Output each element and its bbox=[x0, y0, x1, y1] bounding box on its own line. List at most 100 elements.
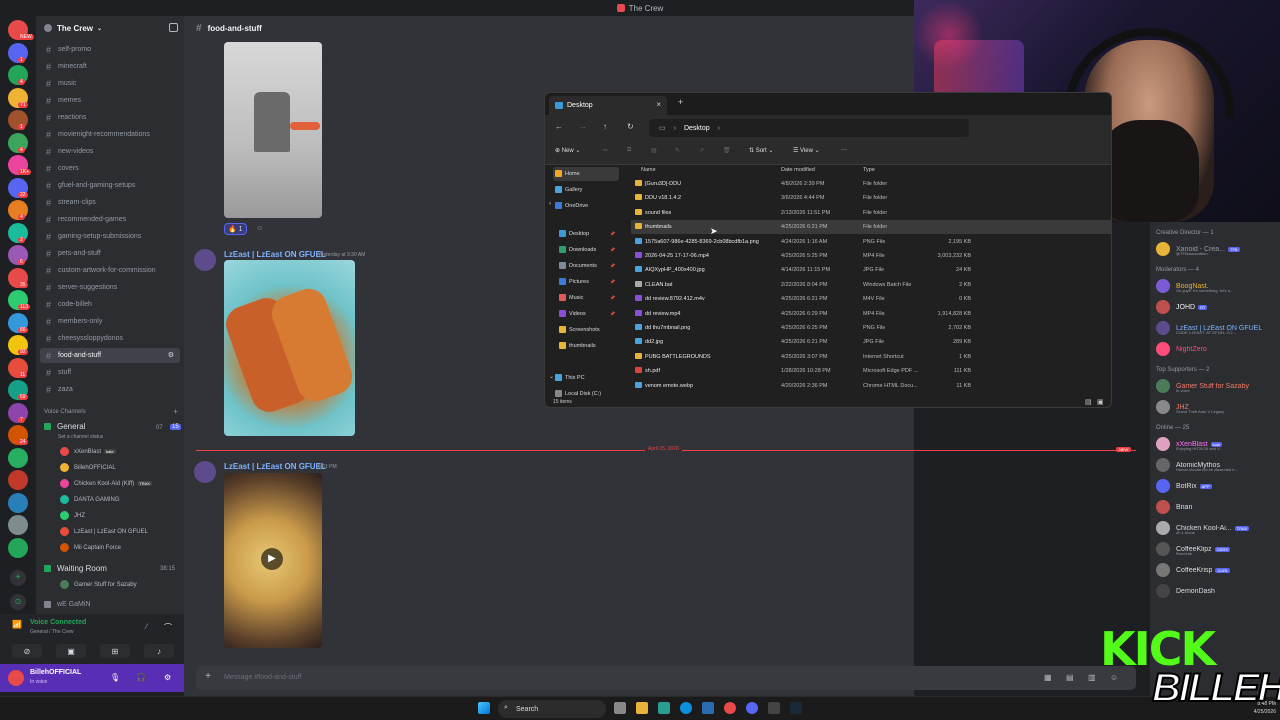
gift-icon[interactable]: ▦ bbox=[1044, 673, 1054, 683]
settings-gear-icon[interactable]: ⚙ bbox=[164, 673, 174, 683]
chat-image-pizza[interactable] bbox=[224, 260, 355, 436]
file-explorer-icon[interactable] bbox=[636, 702, 648, 714]
channel-item-music[interactable]: # music bbox=[40, 76, 180, 91]
file-row[interactable]: venom emote.webp 4/20/2026 2:36 PM Chrome … bbox=[631, 379, 1111, 393]
gif-icon[interactable]: ▤ bbox=[1066, 673, 1076, 683]
file-row[interactable]: sound files 2/13/2026 11:51 PM File folder bbox=[631, 206, 1111, 220]
nav-item-this-pc[interactable]: This PC bbox=[553, 371, 619, 385]
column-name[interactable]: Name bbox=[641, 167, 656, 173]
channel-item-recommended-games[interactable]: # recommended-games bbox=[40, 212, 180, 227]
channel-item-movienight-recommendations[interactable]: # movienight-recommendations bbox=[40, 127, 180, 142]
pin-icon[interactable]: 📌 bbox=[610, 295, 615, 300]
chrome-browser-icon[interactable] bbox=[724, 702, 736, 714]
new-tab-icon[interactable]: + bbox=[678, 97, 683, 107]
file-row[interactable]: dd thu7mbnail.png 4/25/2026 6:25 PM PNG Fi… bbox=[631, 321, 1111, 335]
nav-item-downloads[interactable]: Downloads 📌 bbox=[557, 243, 619, 257]
voice-channel-waiting-room[interactable]: Waiting Room bbox=[44, 564, 107, 573]
paste-icon[interactable]: ▤ bbox=[651, 147, 657, 154]
member-item[interactable]: Brian bbox=[1156, 498, 1280, 516]
screen-share-button[interactable]: ▣ bbox=[56, 644, 86, 658]
cut-icon[interactable]: ✂ bbox=[603, 147, 608, 154]
nav-item-home[interactable]: Home bbox=[553, 167, 619, 181]
tiles-view-icon[interactable]: ▣ bbox=[1097, 398, 1104, 406]
add-reaction-icon[interactable]: ☺ bbox=[256, 225, 263, 232]
view-button[interactable]: ☰ View ⌄ bbox=[793, 147, 820, 154]
voice-user[interactable]: Mii Captain Force bbox=[60, 543, 121, 552]
pin-icon[interactable]: 📌 bbox=[610, 247, 615, 252]
channel-item-server-suggestions[interactable]: # server-suggestions bbox=[40, 280, 180, 295]
file-row[interactable]: dd2.jpg 4/25/2026 6:21 PM JPG File 289 KB bbox=[631, 335, 1111, 349]
member-item[interactable]: Chicken Kool-Ai... TRAX 4h 1 Alone bbox=[1156, 519, 1280, 537]
nav-item-videos[interactable]: Videos 📌 bbox=[557, 307, 619, 321]
member-item[interactable]: JHZ Grand Theft Auto V Legacy bbox=[1156, 398, 1280, 416]
channel-item-code-billeh[interactable]: # code-billeh bbox=[40, 297, 180, 312]
xbox-app-icon[interactable] bbox=[768, 702, 780, 714]
voice-user[interactable]: LzEast | LzEast ON GFUEL bbox=[60, 527, 148, 536]
discord-app-icon[interactable] bbox=[746, 702, 758, 714]
address-input[interactable]: ▭ › Desktop › bbox=[649, 119, 969, 137]
file-row[interactable]: CLEAN.bat 2/22/2026 8:04 PM Windows Batch … bbox=[631, 278, 1111, 292]
channel-item-stuff[interactable]: # stuff bbox=[40, 365, 180, 380]
member-item[interactable]: Gamer Stuff for Sazaby In voice bbox=[1156, 377, 1280, 395]
channel-item-reactions[interactable]: # reactions bbox=[40, 110, 180, 125]
guild-header[interactable]: The Crew ⌄ bbox=[36, 16, 184, 40]
pin-icon[interactable]: 📌 bbox=[610, 279, 615, 284]
play-icon[interactable]: ▶ bbox=[261, 548, 283, 570]
column-type[interactable]: Type bbox=[863, 167, 875, 173]
server-icon[interactable] bbox=[8, 492, 28, 513]
nav-item-documents[interactable]: Documents 📌 bbox=[557, 259, 619, 273]
file-row[interactable]: AIQXypHP_400x400.jpg 4/14/2026 11:15 PM JP… bbox=[631, 263, 1111, 277]
channel-item-stream-clips[interactable]: # stream-clips bbox=[40, 195, 180, 210]
voice-channel-status[interactable]: Set a channel status bbox=[58, 434, 103, 440]
channel-item-custom-artwork-for-commission[interactable]: # custom-artwork-for-commission bbox=[40, 263, 180, 278]
voice-category-label[interactable]: Voice Channels bbox=[44, 409, 86, 415]
taskbar-search[interactable]: ⌕ Search bbox=[498, 700, 606, 718]
member-item[interactable]: CoffeeKlipz OSRS RuneLite bbox=[1156, 540, 1280, 558]
edge-browser-icon[interactable] bbox=[680, 702, 692, 714]
column-date[interactable]: Date modified bbox=[781, 167, 815, 173]
discover-icon[interactable]: ⊙ bbox=[10, 594, 26, 610]
member-item[interactable]: CoffeeKrisp CURL bbox=[1156, 561, 1280, 579]
sort-button[interactable]: ⇅ Sort ⌄ bbox=[749, 147, 773, 154]
nav-item-thumbnails[interactable]: thumbnails bbox=[557, 339, 619, 353]
channel-item-cheesyssloppydonos[interactable]: # cheesyssloppydonos bbox=[40, 331, 180, 346]
new-button[interactable]: ⊕ New ⌄ bbox=[555, 147, 580, 154]
voice-channel-wegamin[interactable]: wE GaMiN bbox=[44, 601, 90, 608]
copy-icon[interactable]: ⧉ bbox=[627, 147, 631, 154]
nav-item-music[interactable]: Music 📌 bbox=[557, 291, 619, 305]
file-row[interactable]: [Guru3D]-DDU 4/8/2026 2:39 PM File folder bbox=[631, 177, 1111, 191]
member-item[interactable]: AtomicMythos Humor should not be dissecte… bbox=[1156, 456, 1280, 474]
channel-item-covers[interactable]: # covers bbox=[40, 161, 180, 176]
back-icon[interactable]: ← bbox=[555, 122, 563, 131]
chat-image-stovetop[interactable] bbox=[224, 42, 322, 218]
member-item[interactable]: NightZero bbox=[1156, 340, 1280, 358]
camera-button[interactable]: ⊘ bbox=[12, 644, 42, 658]
pin-icon[interactable]: 📌 bbox=[610, 311, 615, 316]
microphone-icon[interactable]: 🎙 bbox=[110, 673, 120, 683]
delete-icon[interactable]: 🗑 bbox=[723, 147, 731, 154]
channel-item-self-promo[interactable]: # self-promo bbox=[40, 42, 180, 57]
channel-item-pets-and-stuff[interactable]: # pets-and-stuff bbox=[40, 246, 180, 261]
member-item[interactable]: xXenBlast kate Enjoying HIT2K26 and V... bbox=[1156, 435, 1280, 453]
member-item[interactable]: DemonDash bbox=[1156, 582, 1280, 600]
avatar[interactable] bbox=[194, 461, 216, 483]
server-icon[interactable] bbox=[8, 515, 28, 535]
channel-item-memes[interactable]: # memes bbox=[40, 93, 180, 108]
voice-user[interactable]: BillehOFFICIAL bbox=[60, 463, 116, 472]
file-row[interactable]: dd review.8792.412.m4v 4/25/2026 6:21 PM M… bbox=[631, 292, 1111, 306]
member-item[interactable]: BoogNast. Ok guys. It's something, let's … bbox=[1156, 277, 1280, 295]
details-view-icon[interactable]: ▤ bbox=[1085, 398, 1092, 406]
close-icon[interactable]: × bbox=[656, 100, 661, 109]
server-icon[interactable] bbox=[8, 470, 28, 490]
refresh-icon[interactable]: ↻ bbox=[627, 122, 634, 131]
nav-item-gallery[interactable]: Gallery bbox=[553, 183, 619, 197]
rename-icon[interactable]: ✎ bbox=[675, 147, 680, 154]
file-row[interactable]: thumbnails 4/25/2026 6:21 PM File folder bbox=[631, 220, 1111, 235]
channel-item-gaming-setup-submissions[interactable]: # gaming-setup-submissions bbox=[40, 229, 180, 244]
member-item[interactable]: Xanoid - Crea... TFB @TFBassociation bbox=[1156, 240, 1280, 258]
avatar[interactable] bbox=[8, 670, 24, 686]
forward-icon[interactable]: → bbox=[579, 122, 587, 131]
voice-user[interactable]: JHZ bbox=[60, 511, 85, 520]
server-icon[interactable] bbox=[8, 447, 28, 468]
channel-item-zaza[interactable]: # zaza bbox=[40, 382, 180, 397]
